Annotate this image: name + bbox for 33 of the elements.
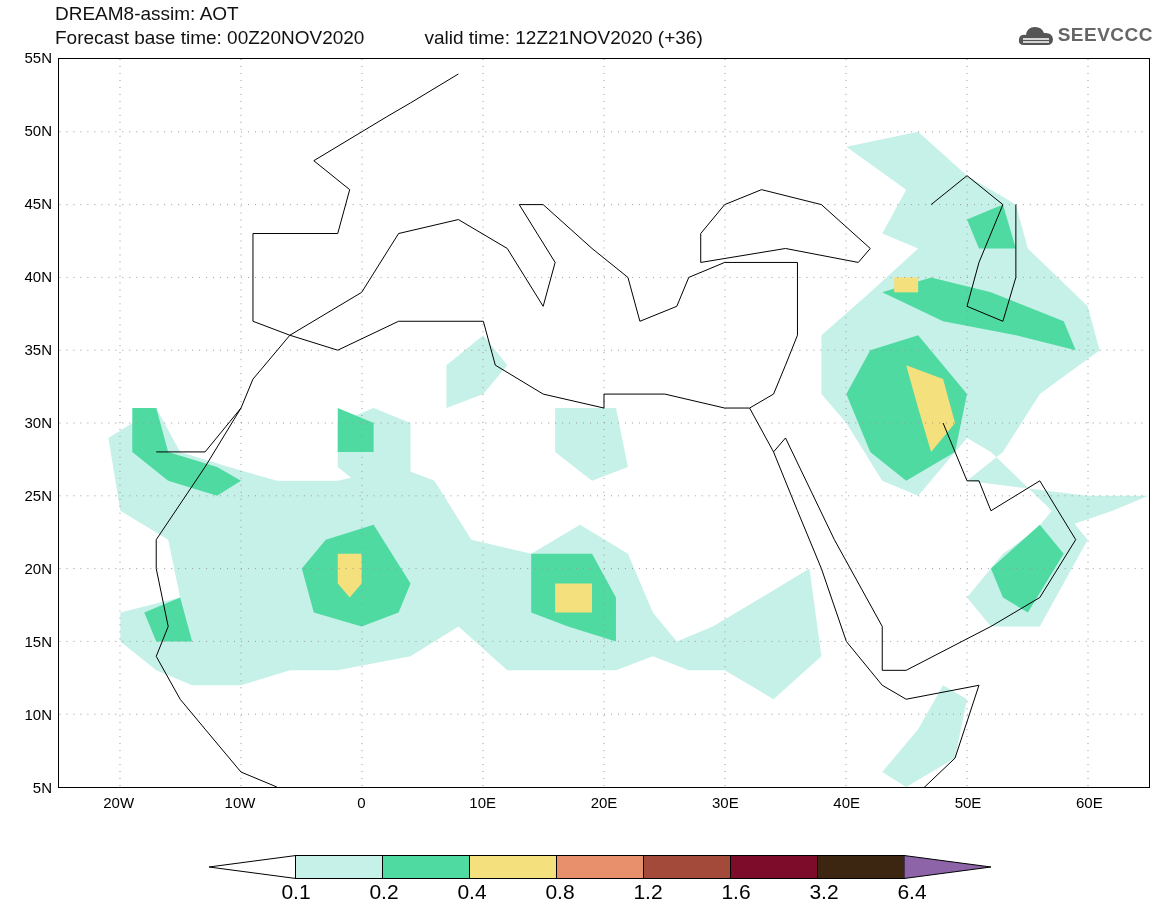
latitude-label: 35N: [24, 342, 52, 358]
colorbar-label: 1.2: [632, 879, 664, 905]
base-time-label: Forecast base time: 00Z20NOV2020: [55, 26, 365, 50]
colorbar-label: 1.6: [720, 879, 752, 905]
chart-title: DREAM8-assim: AOT: [55, 2, 240, 26]
latitude-label: 45N: [24, 196, 52, 212]
colorbar-label: 0.2: [368, 879, 400, 905]
longitude-label: 30E: [710, 794, 740, 811]
longitude-label: 10W: [223, 794, 257, 811]
longitude-label: 40E: [832, 794, 861, 811]
latitude-label: 50N: [24, 123, 52, 139]
latitude-label: 5N: [32, 780, 52, 796]
colorbar-label: 6.4: [896, 879, 928, 905]
latitude-label: 15N: [24, 634, 52, 650]
valid-time-label: valid time: 12Z21NOV2020 (+36): [424, 26, 703, 50]
longitude-label: 20W: [102, 794, 136, 811]
longitude-label: 0: [356, 794, 367, 811]
longitude-label: 20E: [589, 794, 619, 811]
latitude-label: 10N: [24, 707, 52, 723]
longitude-label: 10E: [468, 794, 497, 811]
colorbar-label: 0.8: [544, 879, 576, 905]
longitude-label: 60E: [1074, 794, 1104, 811]
latitude-label: 20N: [24, 561, 52, 577]
latitude-label: 25N: [24, 488, 52, 504]
longitude-label: 50E: [953, 794, 983, 811]
logo-text: SEEVCCC: [1057, 24, 1153, 46]
colorbar-label: 0.4: [456, 879, 488, 905]
colorbar-label: 3.2: [808, 879, 840, 905]
colorbar-label: 0.1: [280, 879, 312, 905]
cloud-logo-icon: [1017, 24, 1054, 46]
latitude-label: 30N: [24, 415, 52, 431]
latitude-label: 40N: [24, 269, 52, 285]
latitude-label: 55N: [24, 50, 52, 66]
